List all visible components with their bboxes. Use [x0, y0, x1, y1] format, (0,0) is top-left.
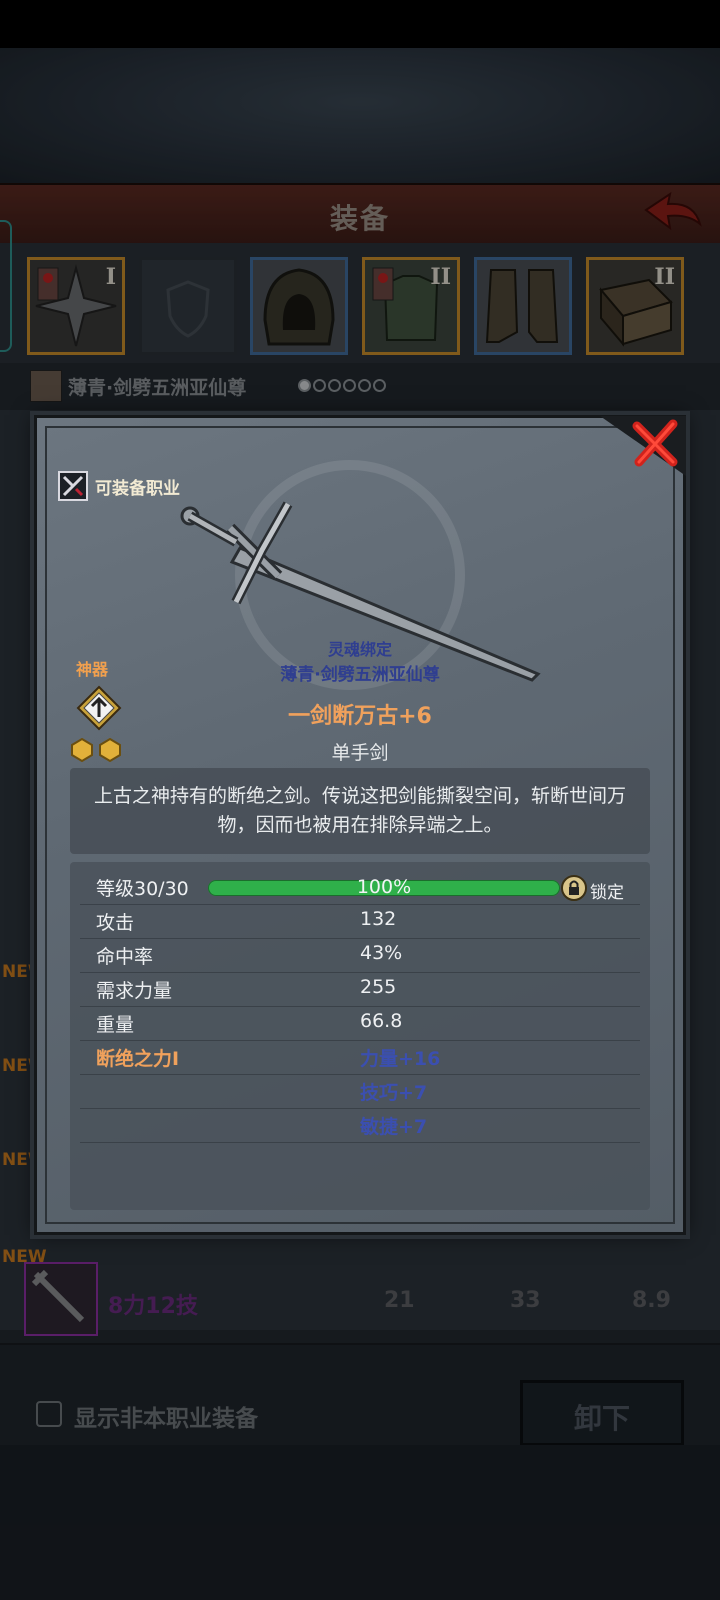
bonus-value: 敏捷+7: [360, 1116, 428, 1138]
close-icon: [632, 419, 678, 467]
level-percent: 100%: [356, 876, 412, 898]
bonus-value: 力量+16: [360, 1048, 441, 1070]
artifact-icon: [76, 685, 122, 731]
stat-row: 需求力量 255: [80, 972, 640, 1007]
stat-value: 255: [360, 976, 397, 998]
bonus-row: 断绝之力I 力量+16: [80, 1040, 640, 1075]
lock-button[interactable]: [561, 875, 587, 901]
stat-label: 需求力量: [96, 980, 173, 1002]
lock-icon: [561, 875, 587, 901]
stat-label: 重量: [96, 1014, 135, 1036]
lock-label: 锁定: [590, 883, 624, 903]
level-label: 等级30/30: [96, 878, 189, 900]
stat-label: 命中率: [96, 946, 154, 968]
stat-value: 66.8: [360, 1010, 403, 1032]
soulbound-label: 灵魂绑定: [327, 640, 392, 659]
rarity-diamond-icon: [76, 685, 122, 731]
soulbound-owner: 薄青·剑劈五洲亚仙尊: [280, 665, 440, 685]
class-icon: [58, 471, 88, 501]
item-type: 单手剑: [331, 742, 389, 764]
bonus-row: 技巧+7: [80, 1074, 640, 1109]
class-label: 可装备职业: [95, 479, 180, 499]
stat-row: 攻击 132: [80, 904, 640, 939]
gem-icon: [70, 737, 94, 763]
bonus-row: 敏捷+7: [80, 1108, 640, 1143]
stat-row: 命中率 43%: [80, 938, 640, 973]
gem-icon: [98, 737, 122, 763]
item-name: 一剑断万古+6: [288, 704, 432, 729]
stat-row: 重量 66.8: [80, 1006, 640, 1041]
artifact-label: 神器: [76, 660, 109, 679]
bonus-label: 断绝之力I: [96, 1048, 180, 1070]
stat-value: 43%: [360, 942, 403, 964]
item-description: 上古之神持有的断绝之剑。传说这把剑能撕裂空间，斩断世间万物，因而也被用在排除异端…: [93, 785, 626, 836]
stat-label: 攻击: [96, 912, 135, 934]
stat-value: 132: [360, 908, 397, 930]
crossed-weapons-icon: [62, 475, 84, 497]
close-button[interactable]: [627, 416, 683, 472]
bonus-value: 技巧+7: [360, 1082, 428, 1104]
